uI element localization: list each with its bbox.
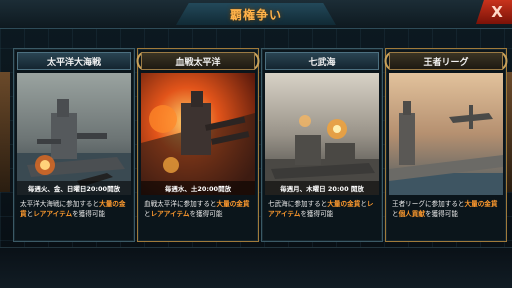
desc-highlight: 貨 <box>242 200 250 208</box>
desc-highlight: 大量の金 <box>464 200 491 208</box>
card-title: 王者リーグ <box>389 52 503 70</box>
card-art-burning-ship <box>141 73 255 195</box>
event-card-pacific-battle[interactable]: 太平洋大海戦 毎週火、金、日曜日20:00開放 太平洋大海戦に参加すると大量の金… <box>13 48 135 242</box>
card-description: 血戦太平洋に参加すると大量の金貨とレアアイテムを獲得可能 <box>144 199 254 237</box>
card-art-aircraft-carrier <box>389 73 503 195</box>
desc-text: 血戦太平洋に参加すると <box>144 200 217 208</box>
card-title: 七武海 <box>265 52 379 70</box>
desc-text: を獲得可能 <box>189 210 223 218</box>
card-description: 太平洋大海戦に参加すると大量の金貨とレアアイテムを獲得可能 <box>20 199 130 237</box>
title-plate: 覇権争い <box>176 3 336 25</box>
event-card-bloody-pacific[interactable]: 血戦太平洋 毎週水、土20:00開放 血戦太平洋に参加すると大量の金貨とレアアイ… <box>136 48 260 242</box>
desc-highlight: 貨 <box>490 200 498 208</box>
desc-text: 七武海に参加すると <box>268 200 328 208</box>
desc-highlight: 大量の <box>99 200 119 208</box>
card-description: 七武海に参加すると大量の金貨とレアアイテムを獲得可能 <box>268 199 378 237</box>
card-art-fleet-battle <box>265 73 379 195</box>
desc-text: 太平洋大海戦に参加すると <box>20 200 100 208</box>
desc-text: と <box>392 210 399 218</box>
desc-highlight: 大量の金貨 <box>327 200 361 208</box>
card-title: 太平洋大海戦 <box>17 52 131 70</box>
event-card-list: 太平洋大海戦 毎週火、金、日曜日20:00開放 太平洋大海戦に参加すると大量の金… <box>13 48 508 244</box>
desc-text: 王者リーグに参加すると <box>392 200 465 208</box>
schedule-text: 毎週火、金、日曜日20:00開放 <box>17 181 131 195</box>
desc-text: を獲得可能 <box>424 210 458 218</box>
close-button[interactable]: X <box>476 0 512 24</box>
card-title: 血戦太平洋 <box>141 52 255 70</box>
card-art-battleship <box>17 73 131 195</box>
event-card-seven-warlords[interactable]: 七武海 毎週月、木曜日 20:00 開放 七武海に参加すると大量の金貨とレアアイ… <box>261 48 383 242</box>
top-bar: 覇権争い X <box>0 0 512 29</box>
event-card-champion-league[interactable]: 王者リーグ 王者リーグに参加すると大量の金貨と個人貢献を獲得可能 <box>384 48 508 242</box>
desc-text: と <box>144 210 151 218</box>
desc-highlight: 大量の金 <box>216 200 243 208</box>
bottom-bar <box>0 247 512 288</box>
close-icon: X <box>491 3 503 21</box>
schedule-text: 毎週水、土20:00開放 <box>141 181 255 195</box>
page-title: 覇権争い <box>229 7 282 22</box>
left-edge-strip <box>0 72 10 192</box>
desc-highlight: レアアイテム <box>33 210 73 218</box>
desc-text: を獲得可能 <box>72 210 106 218</box>
card-description: 王者リーグに参加すると大量の金貨と個人貢献を獲得可能 <box>392 199 502 237</box>
desc-text: を獲得可能 <box>300 210 334 218</box>
desc-highlight: 個人貢献 <box>398 210 425 218</box>
schedule-text: 毎週月、木曜日 20:00 開放 <box>265 181 379 195</box>
desc-highlight: レアアイテム <box>150 210 190 218</box>
desc-text: と <box>360 200 367 208</box>
